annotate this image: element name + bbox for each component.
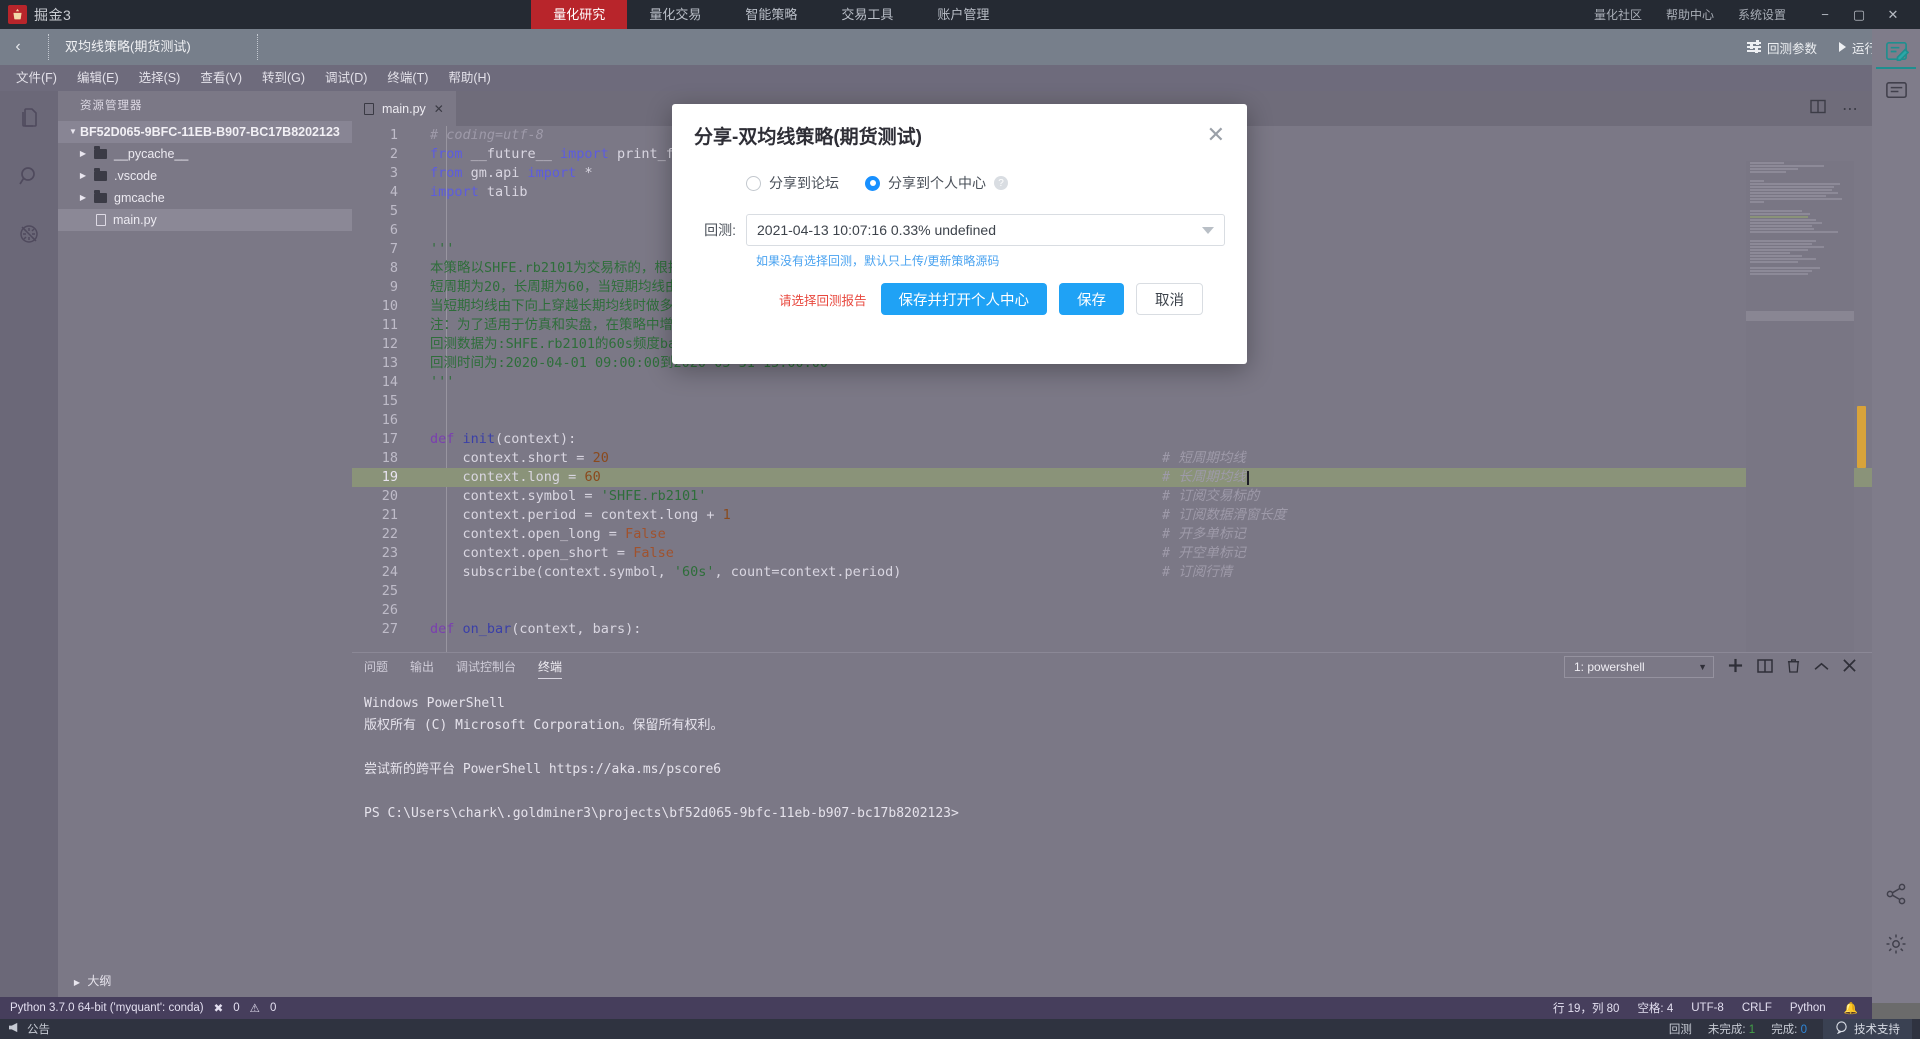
dialog-hint: 如果没有选择回测，默认只上传/更新策略源码 xyxy=(756,252,1225,269)
save-and-open-personal-center-button[interactable]: 保存并打开个人中心 xyxy=(881,283,1048,315)
radio-label: 分享到论坛 xyxy=(769,173,839,193)
backtest-select[interactable]: 2021-04-13 10:07:16 0.33% undefined xyxy=(746,214,1225,246)
backtest-field-row: 回测: 2021-04-13 10:07:16 0.33% undefined xyxy=(694,214,1225,246)
dialog-title: 分享-双均线策略(期货测试) xyxy=(694,122,922,149)
share-dialog: 分享-双均线策略(期货测试) ✕ 分享到论坛 分享到个人中心 ? 回测: 202… xyxy=(672,104,1247,364)
chevron-down-icon xyxy=(1202,227,1214,234)
dialog-footer: 请选择回测报告 保存并打开个人中心 保存 取消 xyxy=(694,269,1225,315)
radio-circle-selected-icon xyxy=(865,176,880,191)
dialog-body: 分享到论坛 分享到个人中心 ? 回测: 2021-04-13 10:07:16 … xyxy=(672,166,1247,315)
save-button[interactable]: 保存 xyxy=(1059,283,1124,315)
backtest-field-label: 回测: xyxy=(694,220,746,240)
radio-circle-icon xyxy=(746,176,761,191)
radio-label: 分享到个人中心 xyxy=(888,173,986,193)
radio-share-to-forum[interactable]: 分享到论坛 xyxy=(746,173,839,193)
backtest-select-value: 2021-04-13 10:07:16 0.33% undefined xyxy=(757,222,996,238)
app-root: 掘金3 量化研究 量化交易 智能策略 交易工具 账户管理 量化社区 帮助中心 系… xyxy=(0,0,1920,1039)
cancel-button[interactable]: 取消 xyxy=(1136,283,1203,315)
validation-error-message: 请选择回测报告 xyxy=(779,290,867,309)
close-icon[interactable]: ✕ xyxy=(1207,124,1225,146)
share-target-radio-group: 分享到论坛 分享到个人中心 ? xyxy=(694,166,1225,200)
question-mark-icon[interactable]: ? xyxy=(994,176,1008,190)
dialog-header: 分享-双均线策略(期货测试) ✕ xyxy=(672,104,1247,166)
radio-share-to-personal-center[interactable]: 分享到个人中心 ? xyxy=(865,173,1008,193)
